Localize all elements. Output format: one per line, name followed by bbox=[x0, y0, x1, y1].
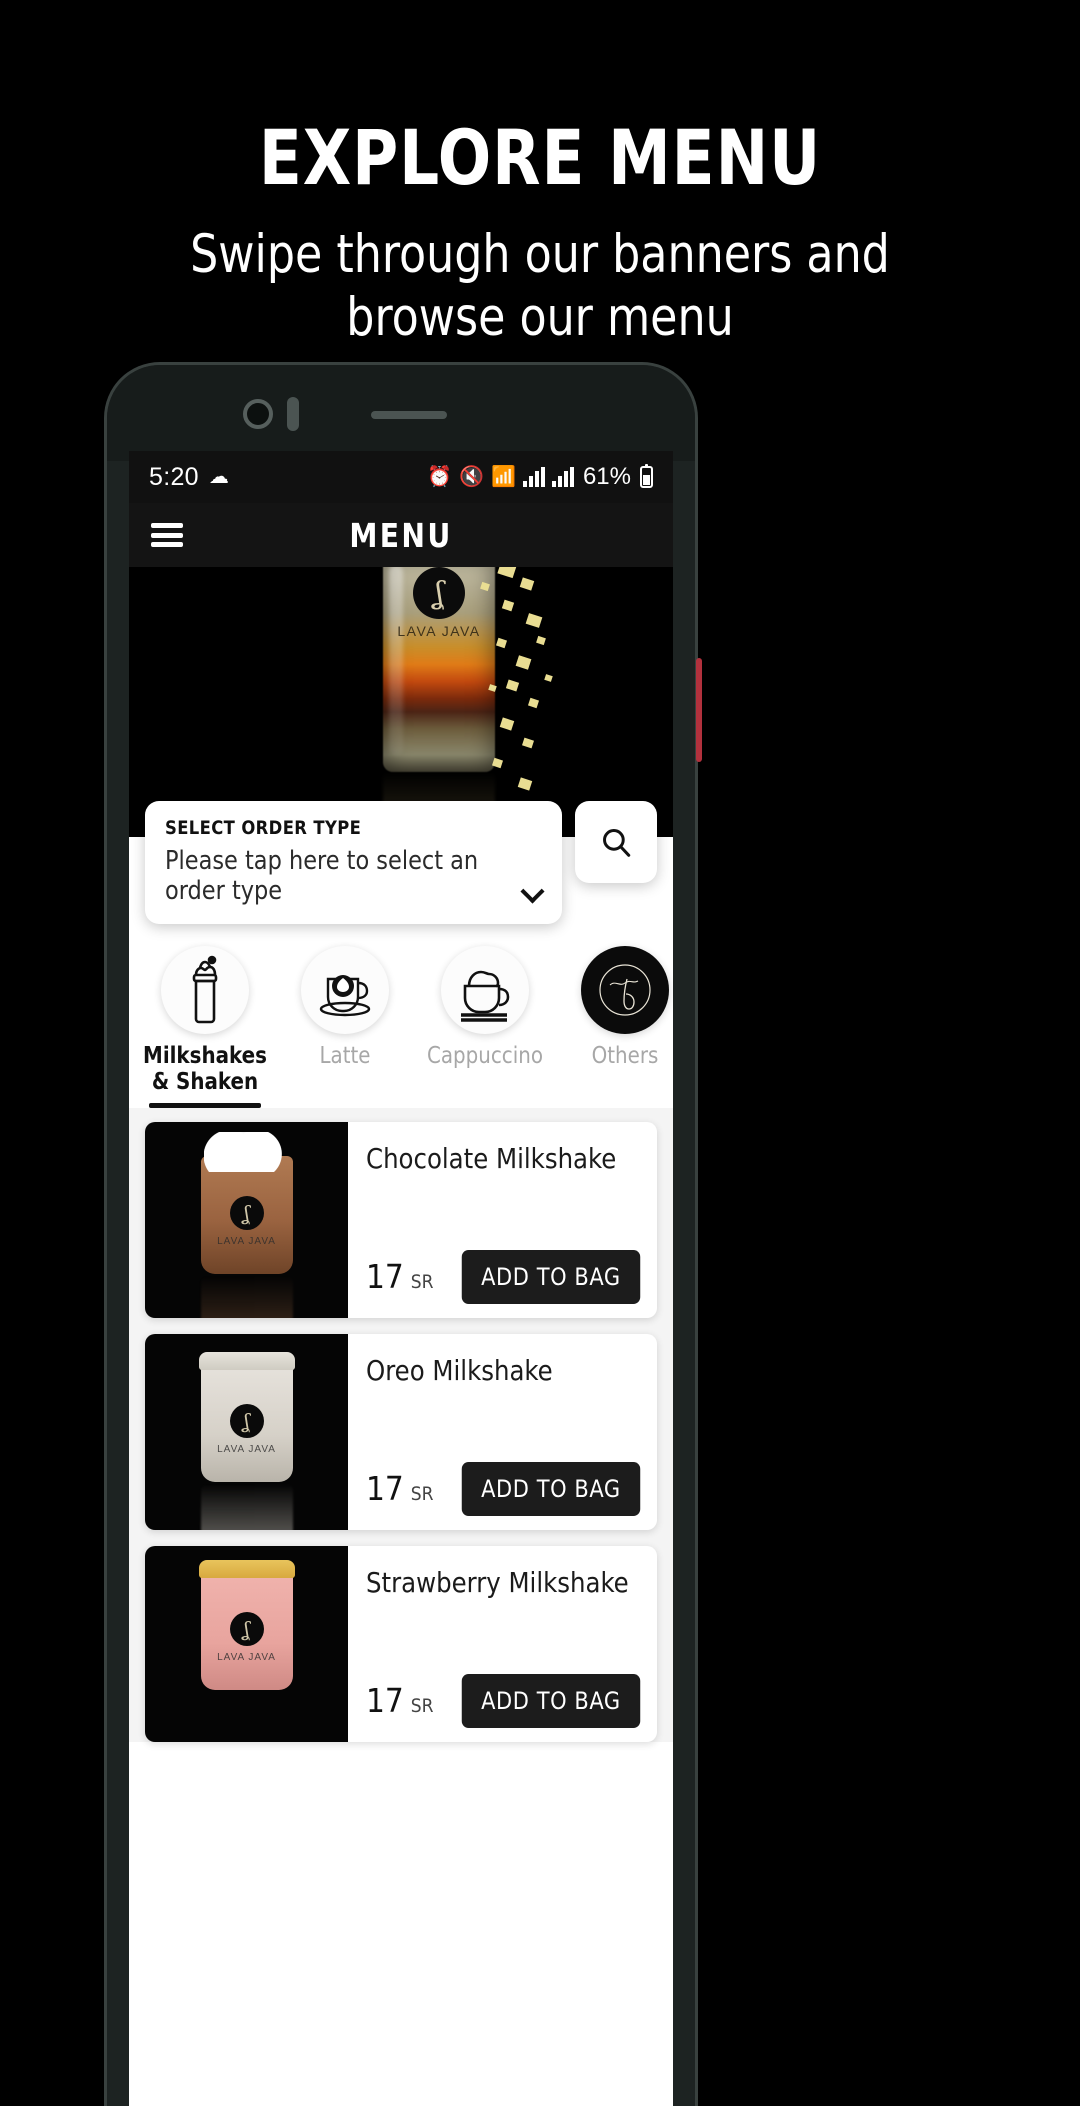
product-image-oreo: ʆ LAVA JAVA bbox=[145, 1333, 348, 1530]
add-to-bag-button[interactable]: ADD TO BAG bbox=[461, 1673, 641, 1728]
lava-java-logo-icon bbox=[413, 567, 465, 619]
chevron-down-icon[interactable] bbox=[523, 883, 542, 902]
search-icon bbox=[603, 829, 631, 857]
cappuccino-cup-icon bbox=[441, 946, 529, 1034]
milkshake-cup-icon bbox=[161, 946, 249, 1034]
phone-body: 5:20 ☁ ⏰ 🔇 📶 61% MENU ʆ LAVA JAVA SELECT… bbox=[104, 362, 698, 2106]
signal-bars-icon bbox=[522, 467, 545, 487]
product-price: 17 SR bbox=[366, 1257, 434, 1296]
banner-image: LAVA JAVA bbox=[331, 567, 581, 837]
category-tabs[interactable]: Milkshakes & Shaken Latte Cappuccino Oth… bbox=[129, 924, 673, 1108]
sensor-icon bbox=[287, 397, 299, 431]
product-name: Chocolate Milkshake bbox=[366, 1141, 617, 1175]
price-value: 17 bbox=[366, 1681, 404, 1720]
brand-badge: ʆ bbox=[229, 1611, 264, 1646]
signal-bars-secondary-icon bbox=[551, 467, 574, 487]
price-value: 17 bbox=[366, 1257, 404, 1296]
battery-icon bbox=[640, 464, 653, 488]
lava-java-logo-icon bbox=[581, 946, 669, 1034]
product-footer: 17 SR ADD TO BAG bbox=[366, 1461, 643, 1516]
banner-carousel[interactable]: LAVA JAVA bbox=[129, 567, 673, 837]
brand-word: LAVA JAVA bbox=[217, 1443, 276, 1455]
order-type-value: Please tap here to select an order type bbox=[165, 846, 479, 906]
product-price: 17 SR bbox=[366, 1469, 434, 1508]
price-currency: SR bbox=[410, 1271, 434, 1293]
promo-subtitle: Swipe through our banners and browse our… bbox=[190, 224, 890, 348]
phone-screen: 5:20 ☁ ⏰ 🔇 📶 61% MENU ʆ LAVA JAVA SELECT… bbox=[129, 451, 673, 2106]
product-body: Chocolate Milkshake 17 SR ADD TO BAG bbox=[348, 1122, 657, 1318]
banner-brand-word: LAVA JAVA bbox=[397, 623, 481, 639]
price-value: 17 bbox=[366, 1469, 404, 1508]
earpiece-speaker bbox=[371, 411, 447, 419]
order-type-row: SELECT ORDER TYPE Please tap here to sel… bbox=[129, 801, 673, 924]
price-currency: SR bbox=[410, 1695, 434, 1717]
product-card[interactable]: ʆ LAVA JAVA Oreo Milkshake 17 SR ADD TO … bbox=[145, 1333, 657, 1530]
category-tab-milkshakes[interactable]: Milkshakes & Shaken bbox=[135, 946, 275, 1108]
power-button[interactable] bbox=[696, 658, 702, 762]
product-body: Strawberry Milkshake 17 SR ADD TO BAG bbox=[348, 1546, 657, 1742]
page-title: MENU bbox=[349, 515, 453, 555]
cloud-sync-icon: ☁ bbox=[208, 466, 229, 488]
product-footer: 17 SR ADD TO BAG bbox=[366, 1249, 643, 1304]
category-tab-cappuccino[interactable]: Cappuccino bbox=[415, 946, 555, 1082]
wifi-icon: 📶 bbox=[491, 466, 516, 488]
latte-cup-icon bbox=[301, 946, 389, 1034]
alarm-icon: ⏰ bbox=[427, 466, 453, 488]
product-name: Strawberry Milkshake bbox=[366, 1565, 629, 1599]
category-label: Others bbox=[591, 1043, 659, 1069]
brand-word: LAVA JAVA bbox=[217, 1651, 276, 1663]
search-button[interactable] bbox=[575, 801, 657, 883]
product-list: ʆ LAVA JAVA Chocolate Milkshake 17 SR AD… bbox=[129, 1107, 673, 1742]
order-type-selector[interactable]: SELECT ORDER TYPE Please tap here to sel… bbox=[145, 801, 562, 924]
product-card[interactable]: ʆ LAVA JAVA Strawberry Milkshake 17 SR A… bbox=[145, 1545, 657, 1742]
category-label: Cappuccino bbox=[427, 1043, 543, 1069]
phone-top-bezel bbox=[107, 365, 695, 461]
status-bar-left: 5:20 ☁ bbox=[149, 463, 229, 492]
product-footer: 17 SR ADD TO BAG bbox=[366, 1673, 643, 1728]
app-bar: MENU bbox=[129, 503, 673, 567]
promo-block: EXPLORE MENU Swipe through our banners a… bbox=[0, 0, 1080, 349]
brand-badge: ʆ bbox=[229, 1403, 264, 1438]
front-camera-icon bbox=[243, 399, 273, 429]
status-bar: 5:20 ☁ ⏰ 🔇 📶 61% bbox=[129, 451, 673, 503]
product-price: 17 SR bbox=[366, 1681, 434, 1720]
product-card[interactable]: ʆ LAVA JAVA Chocolate Milkshake 17 SR AD… bbox=[145, 1121, 657, 1318]
product-image-strawberry: ʆ LAVA JAVA bbox=[145, 1545, 348, 1742]
brand-word: LAVA JAVA bbox=[217, 1235, 276, 1247]
category-label: Milkshakes & Shaken bbox=[143, 1043, 267, 1095]
category-tab-others[interactable]: Others bbox=[555, 946, 673, 1082]
brand-badge: ʆ bbox=[229, 1195, 264, 1230]
add-to-bag-button[interactable]: ADD TO BAG bbox=[461, 1249, 641, 1304]
mute-bell-icon: 🔇 bbox=[459, 466, 485, 488]
order-type-label: SELECT ORDER TYPE bbox=[165, 817, 362, 839]
status-time: 5:20 bbox=[149, 462, 199, 491]
category-tab-latte[interactable]: Latte bbox=[275, 946, 415, 1082]
product-image-chocolate: ʆ LAVA JAVA bbox=[145, 1121, 348, 1318]
status-bar-right: ⏰ 🔇 📶 61% bbox=[427, 463, 653, 491]
battery-percent: 61% bbox=[582, 463, 631, 490]
price-currency: SR bbox=[410, 1483, 434, 1505]
promo-title: EXPLORE MENU bbox=[258, 113, 822, 202]
category-label: Latte bbox=[319, 1043, 371, 1069]
product-name: Oreo Milkshake bbox=[366, 1353, 553, 1387]
add-to-bag-button[interactable]: ADD TO BAG bbox=[461, 1461, 641, 1516]
phone-mockup: 5:20 ☁ ⏰ 🔇 📶 61% MENU ʆ LAVA JAVA SELECT… bbox=[104, 362, 702, 2106]
product-body: Oreo Milkshake 17 SR ADD TO BAG bbox=[348, 1334, 657, 1530]
active-tab-underline bbox=[149, 1102, 261, 1108]
